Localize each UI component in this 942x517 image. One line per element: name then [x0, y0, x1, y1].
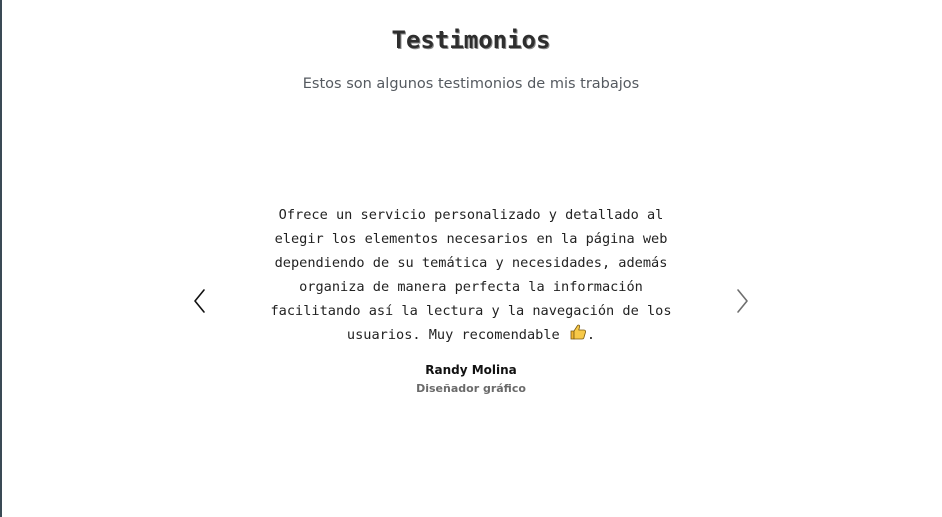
carousel-next-button[interactable]	[734, 286, 750, 316]
chevron-left-icon	[194, 289, 205, 313]
testimonial-carousel: Ofrece un servicio personalizado y detal…	[0, 195, 942, 415]
section-subtitle: Estos son algunos testimonios de mis tra…	[302, 76, 640, 92]
section-title: Testimonios	[391, 26, 551, 54]
thumbs-up-icon	[569, 323, 587, 349]
testimonial-quote-text: Ofrece un servicio personalizado y detal…	[270, 207, 672, 343]
testimonial-quote-end: .	[586, 327, 596, 343]
chevron-right-icon	[737, 289, 748, 313]
carousel-prev-button[interactable]	[192, 286, 208, 316]
testimonial-author-role: Diseñador gráfico	[416, 382, 526, 395]
testimonial-quote: Ofrece un servicio personalizado y detal…	[252, 203, 690, 349]
testimonial-author: Randy Molina	[425, 363, 517, 377]
